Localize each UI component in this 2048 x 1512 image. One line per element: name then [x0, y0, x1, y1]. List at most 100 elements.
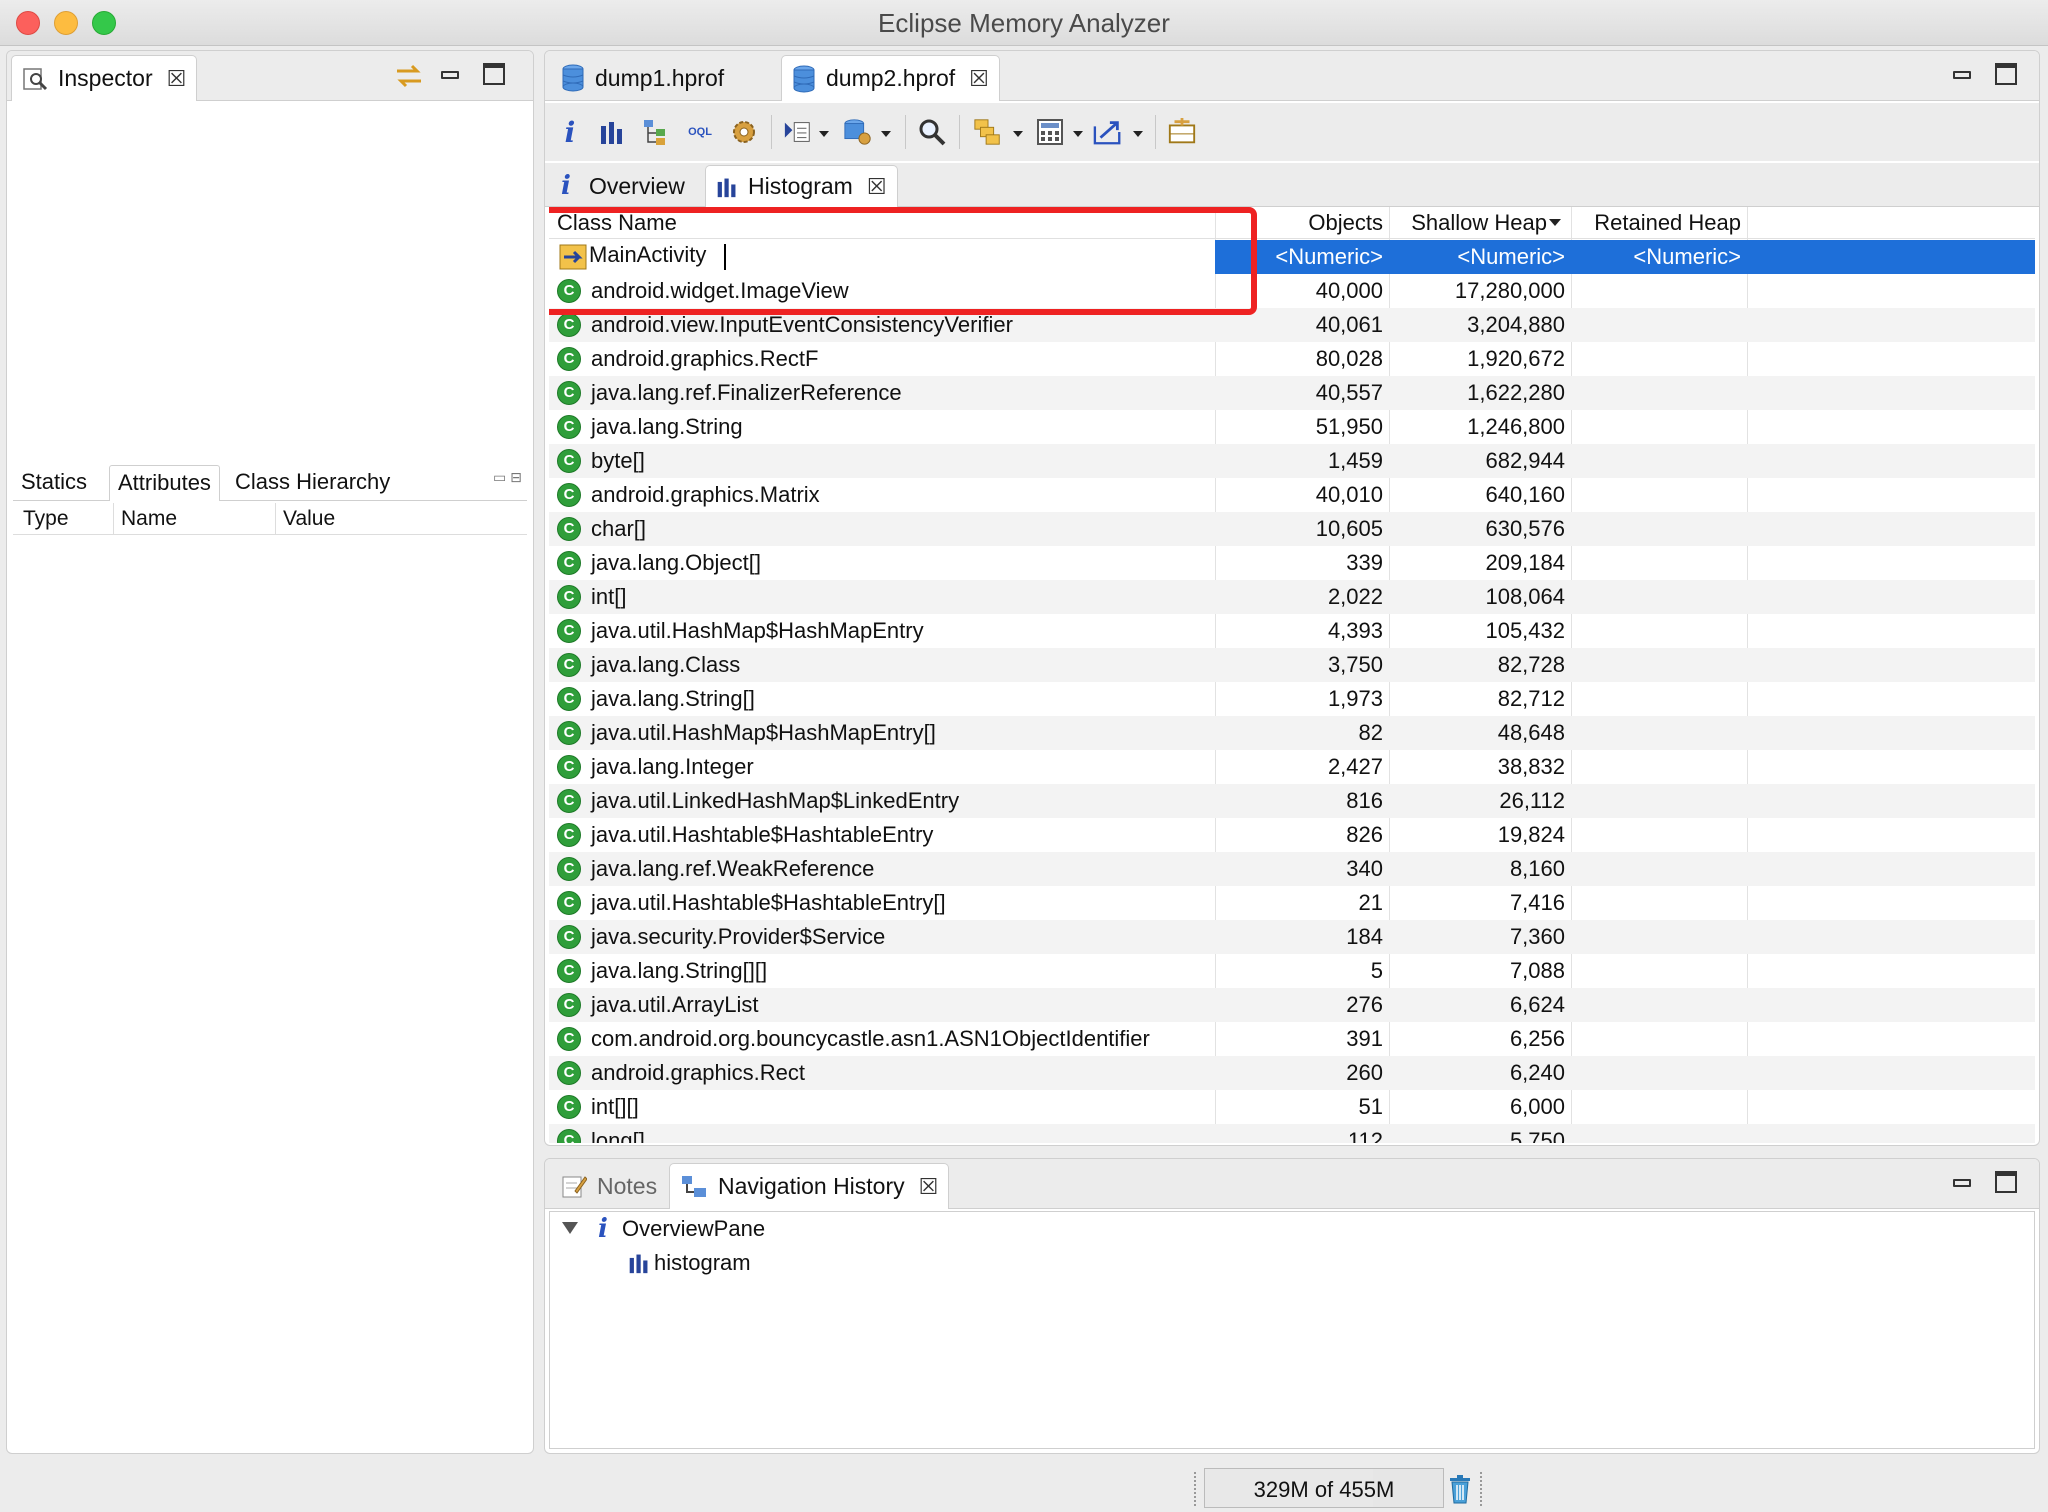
class-icon: C	[557, 993, 581, 1017]
class-name-cell: android.graphics.RectF	[591, 346, 819, 371]
shallow-heap-filter-input[interactable]: <Numeric>	[1395, 244, 1565, 270]
subtab-class-hierarchy[interactable]: Class Hierarchy	[227, 465, 398, 501]
table-row[interactable]: Cjava.util.Hashtable$HashtableEntry 826 19…	[549, 818, 2035, 852]
table-row[interactable]: Cjava.security.Provider$Service 184 7,360	[549, 920, 2035, 954]
compare-icon[interactable]	[1167, 117, 1197, 147]
inspector-minimize-button[interactable]	[439, 63, 461, 85]
objects-cell: 276	[1346, 992, 1383, 1017]
editor-minimize-button[interactable]	[1951, 63, 1973, 85]
table-row[interactable]: Candroid.graphics.Matrix 40,010 640,160	[549, 478, 2035, 512]
tab-navigation-history[interactable]: Navigation History ☒	[669, 1163, 950, 1209]
info-icon: i	[561, 171, 571, 201]
shallow-heap-cell: 82,728	[1497, 652, 1565, 677]
objects-cell: 391	[1346, 1026, 1383, 1051]
histogram-icon[interactable]	[597, 117, 627, 147]
close-icon[interactable]: ☒	[969, 66, 989, 92]
table-row[interactable]: Cjava.util.Hashtable$HashtableEntry[] 21 7…	[549, 886, 2035, 920]
table-row[interactable]: Cjava.lang.String[] 1,973 82,712	[549, 682, 2035, 716]
tree-item-histogram[interactable]: histogram	[654, 1250, 751, 1276]
table-row[interactable]: Candroid.graphics.Rect 260 6,240	[549, 1056, 2035, 1090]
inspector-maximize-button[interactable]	[483, 63, 505, 85]
class-icon: C	[557, 415, 581, 439]
column-retained-heap[interactable]: Retained Heap	[1577, 210, 1741, 236]
tab-inspector[interactable]: Inspector ☒	[11, 55, 198, 101]
table-row[interactable]: Cjava.util.HashMap$HashMapEntry[] 82 48,64…	[549, 716, 2035, 750]
tab-dump2[interactable]: dump2.hprof ☒	[781, 55, 1000, 101]
shallow-heap-cell: 7,416	[1509, 890, 1565, 915]
table-row[interactable]: Cchar[] 10,605 630,576	[549, 512, 2035, 546]
trash-icon[interactable]	[1444, 1472, 1476, 1506]
chevron-down-icon[interactable]	[562, 1222, 578, 1234]
objects-cell: 51,950	[1315, 414, 1383, 439]
objects-cell: 40,061	[1315, 312, 1383, 337]
tab-navigation-history-label: Navigation History	[718, 1173, 905, 1199]
subtab-attributes[interactable]: Attributes	[109, 465, 220, 501]
shallow-heap-cell: 26,112	[1499, 788, 1565, 813]
shallow-heap-cell: 7,360	[1509, 924, 1565, 949]
close-icon[interactable]: ☒	[919, 1174, 939, 1200]
class-icon: C	[557, 585, 581, 609]
table-row[interactable]: Cjava.lang.ref.WeakReference 340 8,160	[549, 852, 2035, 886]
tab-overview[interactable]: i Overview	[551, 165, 695, 207]
tab-histogram[interactable]: Histogram ☒	[705, 165, 898, 207]
column-name[interactable]: Name	[121, 507, 177, 531]
shallow-heap-cell: 105,432	[1485, 618, 1565, 643]
run-report-icon[interactable]	[783, 117, 813, 147]
close-icon[interactable]: ☒	[167, 66, 187, 92]
database-icon	[792, 65, 816, 93]
subtabs-view-controls[interactable]: ▭ ⊟	[493, 469, 522, 486]
close-icon[interactable]: ☒	[867, 174, 887, 200]
table-row[interactable]: Cjava.lang.Integer 2,427 38,832	[549, 750, 2035, 784]
table-row[interactable]: Cjava.util.HashMap$HashMapEntry 4,393 105,…	[549, 614, 2035, 648]
table-row[interactable]: Cjava.lang.String[][] 5 7,088	[549, 954, 2035, 988]
info-icon[interactable]: i	[555, 116, 585, 149]
table-row[interactable]: Cjava.lang.Class 3,750 82,728	[549, 648, 2035, 682]
table-row[interactable]: Clong[] 112 5,750	[549, 1124, 2035, 1143]
search-icon[interactable]	[917, 117, 947, 147]
table-row[interactable]: Cjava.lang.ref.FinalizerReference 40,557 1…	[549, 376, 2035, 410]
table-row[interactable]: Cint[][] 51 6,000	[549, 1090, 2035, 1124]
objects-cell: 4,393	[1327, 618, 1383, 643]
histogram-table: Class Name Objects Shallow Heap Retained…	[549, 207, 2035, 1143]
export-icon[interactable]	[1093, 117, 1123, 147]
table-row[interactable]: Candroid.graphics.RectF 80,028 1,920,672	[549, 342, 2035, 376]
heap-dump-query-icon[interactable]	[843, 117, 873, 147]
column-shallow-heap[interactable]: Shallow Heap	[1395, 210, 1547, 236]
table-row[interactable]: Cint[] 2,022 108,064	[549, 580, 2035, 614]
nav-minimize-button[interactable]	[1951, 1171, 1973, 1193]
editor-maximize-button[interactable]	[1995, 63, 2017, 85]
table-row[interactable]: Cjava.util.ArrayList 276 6,624	[549, 988, 2035, 1022]
retained-heap-filter-input[interactable]: <Numeric>	[1577, 244, 1741, 270]
calculator-icon[interactable]	[1035, 117, 1065, 147]
table-row[interactable]: Ccom.android.org.bouncycastle.asn1.ASN1O…	[549, 1022, 2035, 1056]
tab-inspector-label: Inspector	[58, 65, 153, 91]
column-type[interactable]: Type	[23, 507, 69, 531]
class-name-cell: byte[]	[591, 448, 645, 473]
table-row[interactable]: Cjava.util.LinkedHashMap$LinkedEntry 816 2…	[549, 784, 2035, 818]
column-value[interactable]: Value	[283, 507, 335, 531]
class-icon: C	[557, 755, 581, 779]
tree-item-overviewpane[interactable]: OverviewPane	[622, 1216, 765, 1242]
link-with-editor-icon[interactable]	[393, 61, 425, 97]
class-name-cell: char[]	[591, 516, 647, 541]
info-icon: i	[598, 1214, 608, 1244]
group-by-icon[interactable]	[973, 117, 1003, 147]
objects-cell: 80,028	[1315, 346, 1383, 371]
oql-icon[interactable]: OQL	[685, 117, 715, 147]
class-icon: C	[557, 823, 581, 847]
table-row[interactable]: Cbyte[] 1,459 682,944	[549, 444, 2035, 478]
class-icon: C	[557, 789, 581, 813]
class-name-cell: java.security.Provider$Service	[591, 924, 886, 949]
inspector-tabbar: Inspector ☒	[7, 51, 533, 101]
gear-icon[interactable]	[729, 117, 759, 147]
subtab-statics[interactable]: Statics	[13, 465, 95, 501]
tab-dump1[interactable]: dump1.hprof	[551, 55, 734, 101]
class-name-cell: java.util.HashMap$HashMapEntry[]	[591, 720, 936, 745]
dominator-tree-icon[interactable]	[641, 117, 671, 147]
shallow-heap-cell: 17,280,000	[1454, 278, 1565, 303]
table-row[interactable]: Cjava.lang.String 51,950 1,246,800	[549, 410, 2035, 444]
tab-notes[interactable]: Notes	[551, 1163, 667, 1209]
table-row[interactable]: Cjava.lang.Object[] 339 209,184	[549, 546, 2035, 580]
nav-maximize-button[interactable]	[1995, 1171, 2017, 1193]
objects-cell: 184	[1346, 924, 1383, 949]
